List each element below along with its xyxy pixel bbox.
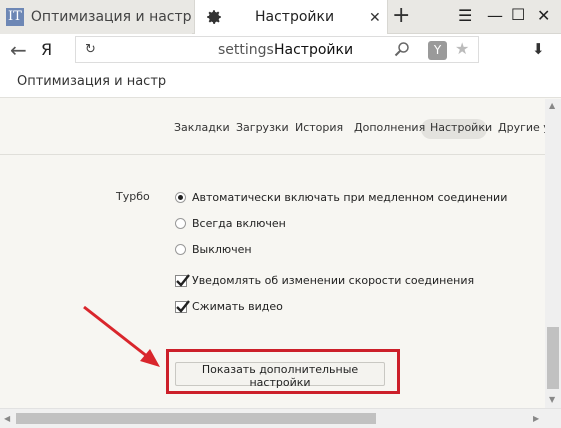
radio-button[interactable] — [175, 218, 186, 229]
tab-optimization[interactable]: IT Оптимизация и настройка — [0, 0, 192, 34]
horizontal-scrollbar[interactable]: ◀ ▶ — [0, 408, 561, 428]
turbo-option-auto[interactable]: Автоматически включать при медленном сое… — [175, 191, 507, 204]
settings-nav: Закладки Загрузки История Дополнения Нас… — [0, 117, 561, 139]
option-label: Автоматически включать при медленном сое… — [192, 191, 508, 204]
turbo-option-off[interactable]: Выключен — [175, 243, 252, 256]
red-arrow-annotation — [83, 305, 160, 367]
turbo-label: Турбо — [116, 190, 150, 203]
vertical-scrollbar[interactable]: ▲ ▼ — [545, 99, 561, 408]
compress-video-checkbox[interactable]: Сжимать видео — [175, 299, 283, 313]
vertical-scroll-thumb[interactable] — [547, 327, 559, 389]
tab-title: Настройки — [255, 9, 335, 25]
address-bar[interactable]: ↻ settings Настройки Y ★ — [75, 36, 479, 63]
bookmark-item[interactable]: Оптимизация и настр — [17, 74, 166, 89]
settings-nav-settings[interactable]: Настройки — [430, 121, 492, 134]
tab-title: Оптимизация и настройка — [30, 9, 192, 25]
maximize-icon[interactable]: ☐ — [511, 5, 525, 24]
url-host: settings — [218, 42, 274, 58]
notify-speed-checkbox[interactable]: Уведомлять об изменении скорости соедине… — [175, 273, 475, 287]
divider — [0, 154, 545, 155]
option-label: Выключен — [192, 243, 252, 256]
checkbox-label: Сжимать видео — [192, 300, 283, 313]
settings-nav-downloads[interactable]: Загрузки — [236, 121, 289, 134]
checkbox[interactable] — [175, 299, 190, 313]
settings-nav-bookmarks[interactable]: Закладки — [174, 121, 230, 134]
star-bookmark-icon[interactable]: ★ — [455, 39, 469, 58]
horizontal-scroll-thumb[interactable] — [16, 413, 376, 424]
turbo-option-always[interactable]: Всегда включен — [175, 217, 286, 230]
yandex-shield-icon[interactable]: Y — [428, 41, 447, 60]
settings-page: Закладки Загрузки История Дополнения Нас… — [0, 99, 561, 408]
search-icon[interactable] — [394, 41, 410, 57]
new-tab-button[interactable]: + — [392, 3, 410, 28]
tab-bar: IT Оптимизация и настройка Настройки ✕ +… — [0, 0, 561, 34]
close-tab-icon[interactable]: ✕ — [369, 10, 381, 26]
navigation-row: ← Я ↻ settings Настройки Y ★ ⬇ — [0, 34, 561, 66]
gear-icon — [207, 10, 221, 24]
settings-nav-extensions[interactable]: Дополнения — [354, 121, 425, 134]
settings-nav-history[interactable]: История — [295, 121, 343, 134]
option-label: Всегда включен — [192, 217, 286, 230]
url-page-title: Настройки — [274, 42, 354, 58]
scroll-up-icon[interactable]: ▲ — [549, 101, 555, 110]
bookmarks-bar: Оптимизация и настр — [0, 66, 561, 98]
close-window-icon[interactable]: ✕ — [537, 6, 550, 25]
radio-button[interactable] — [175, 244, 186, 255]
checkbox-label: Уведомлять об изменении скорости соедине… — [192, 274, 475, 287]
menu-icon[interactable]: ☰ — [458, 6, 472, 25]
checkmark-icon — [176, 299, 190, 313]
scroll-right-icon[interactable]: ▶ — [533, 414, 539, 423]
minimize-icon[interactable]: — — [487, 6, 503, 25]
yandex-logo[interactable]: Я — [41, 40, 52, 59]
checkmark-icon — [176, 273, 190, 287]
it-favicon-icon: IT — [6, 8, 24, 26]
scroll-left-icon[interactable]: ◀ — [4, 414, 10, 423]
tab-settings[interactable]: Настройки ✕ — [194, 0, 388, 34]
checkbox[interactable] — [175, 273, 190, 287]
download-icon[interactable]: ⬇ — [532, 40, 545, 58]
radio-button[interactable] — [175, 192, 186, 203]
show-more-settings-button[interactable]: Показать дополнительные настройки — [175, 362, 385, 389]
reload-icon[interactable]: ↻ — [85, 42, 96, 57]
back-arrow-icon[interactable]: ← — [10, 38, 27, 62]
scroll-down-icon[interactable]: ▼ — [549, 395, 555, 404]
